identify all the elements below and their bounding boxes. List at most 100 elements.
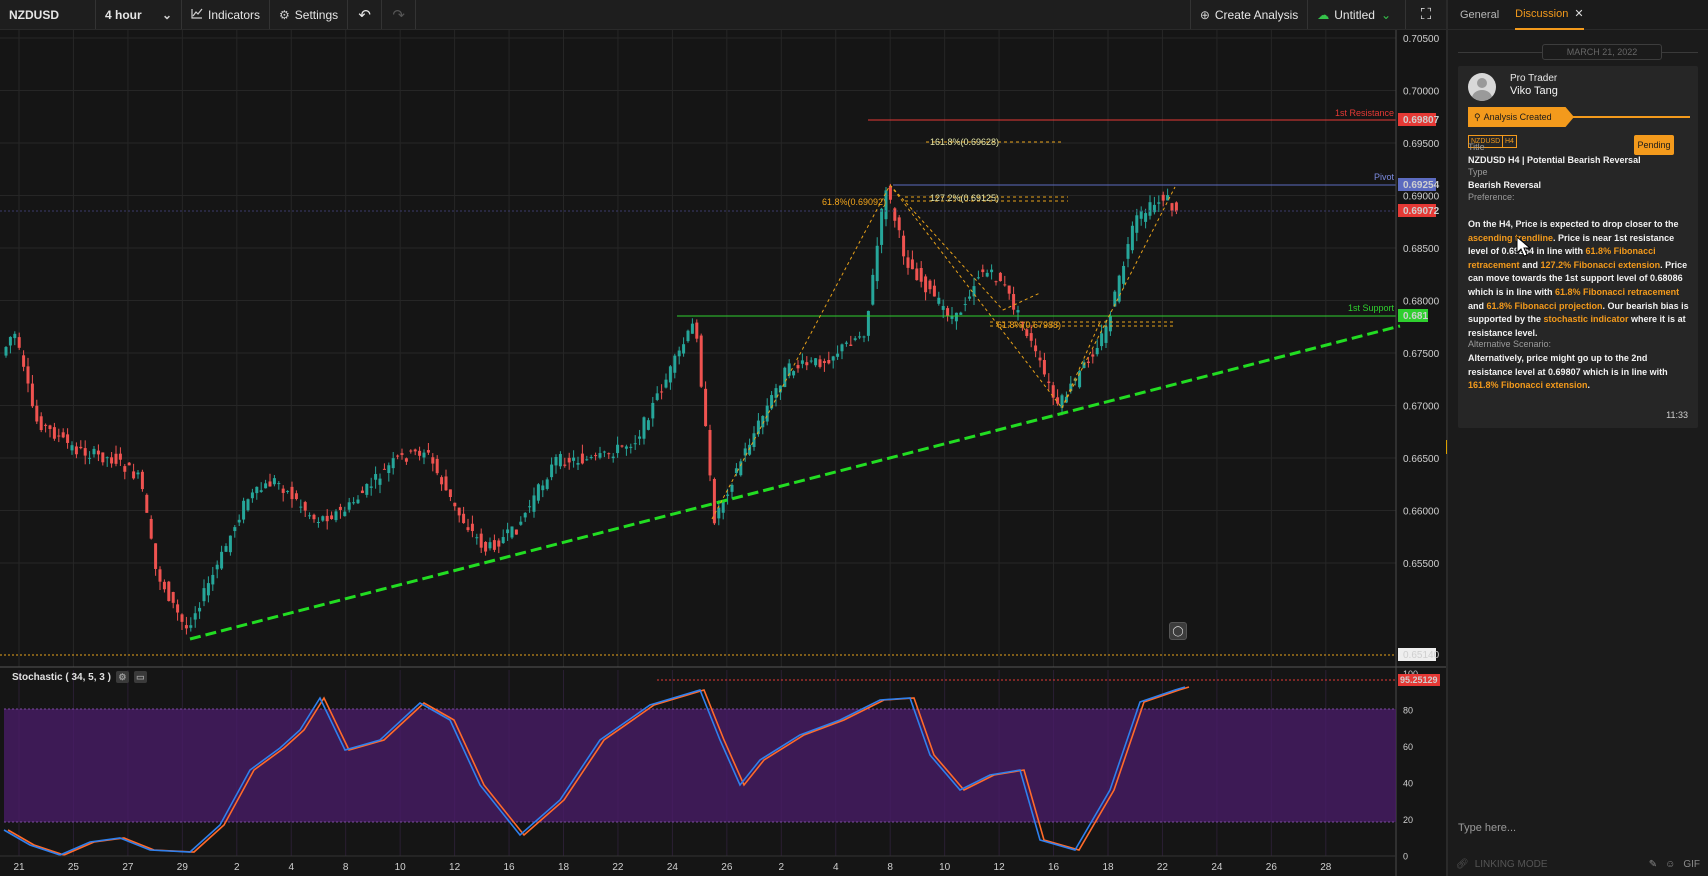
message-composer[interactable]: Type here... [1448, 812, 1708, 852]
time-tick-label: 10 [939, 862, 951, 873]
symbol-selector[interactable]: NZDUSD [0, 0, 96, 29]
stochastic-tick-label: 60 [1403, 742, 1413, 752]
author-role: Pro Trader [1510, 73, 1558, 84]
time-tick-label: 16 [1048, 862, 1060, 873]
composer-toolbar: 🔗︎ LINKING MODE ✎ ☺ GIF [1448, 852, 1708, 876]
redo-icon: ↷ [392, 6, 405, 24]
time-tick-label: 12 [449, 862, 461, 873]
analysis-title: NZDUSD H4 | Potential Bearish Reversal [1468, 155, 1641, 165]
side-panel: General Discussion ✕ MARCH 21, 2022 Pro T… [1448, 0, 1708, 876]
time-tick-label: 28 [1320, 862, 1332, 873]
preference-label: Preference: [1468, 192, 1515, 202]
stochastic-title: Stochastic ( 34, 5, 3 ) [12, 671, 111, 683]
price-chart[interactable]: 161.8%(0.69628) 127.2%(0.69125) 61.8%(0.… [0, 30, 1446, 876]
plus-circle-icon: ⊕ [1199, 7, 1210, 22]
redo-button[interactable]: ↷ [382, 0, 417, 29]
create-analysis-label: Create Analysis [1214, 7, 1299, 22]
composer-placeholder: Type here... [1458, 822, 1517, 834]
analysis-created-banner: ⚲ Analysis Created [1468, 107, 1574, 127]
time-tick-label: 24 [1211, 862, 1223, 873]
post-timestamp: 11:33 [1666, 410, 1688, 420]
settings-label: Settings [294, 7, 339, 22]
toolbar-spacer [416, 0, 1191, 29]
price-tick-label: 0.68500 [1403, 244, 1440, 255]
time-tick-label: 18 [1102, 862, 1114, 873]
analysis-post-card: Pro Trader Viko Tang ⚲ Analysis Created N… [1458, 66, 1698, 428]
gear-icon: ⚙ [279, 7, 290, 22]
linking-mode-label[interactable]: LINKING MODE [1475, 859, 1548, 870]
gear-icon[interactable]: ⚙ [115, 671, 129, 683]
indicators-label: Indicators [208, 7, 261, 22]
timeframe-tag[interactable]: H4 [1502, 135, 1517, 148]
time-tick-label: 4 [833, 862, 839, 873]
undo-icon: ↶ [358, 6, 371, 24]
stochastic-tick-label: 0 [1403, 852, 1408, 862]
layout-dropdown[interactable]: ☁ Untitled ⌄ [1308, 0, 1406, 29]
price-tick-label: 0.66000 [1403, 507, 1440, 518]
time-tick-label: 12 [994, 862, 1006, 873]
type-label: Type [1468, 167, 1488, 177]
stochastic-tick-label: 20 [1403, 815, 1413, 825]
tab-general[interactable]: General [1460, 9, 1499, 21]
symbol-label: NZDUSD [9, 7, 59, 22]
attachment-icon[interactable]: ✎ [1649, 859, 1657, 870]
undo-button[interactable]: ↶ [348, 0, 383, 29]
link-icon[interactable]: 🔗︎ [1456, 859, 1469, 870]
author-name: Viko Tang [1510, 85, 1558, 97]
gif-button[interactable]: GIF [1683, 859, 1700, 870]
alt-scenario-label: Alternative Scenario: [1468, 339, 1552, 349]
time-tick-label: 21 [13, 862, 25, 873]
settings-button[interactable]: ⚙ Settings [270, 0, 349, 29]
cloud-check-icon: ☁ [1317, 7, 1330, 22]
time-tick-label: 24 [667, 862, 679, 873]
tab-discussion-label: Discussion [1515, 7, 1569, 20]
analysis-type: Bearish Reversal [1468, 180, 1542, 190]
date-divider: MARCH 21, 2022 [1458, 44, 1698, 60]
price-tick-label: 0.70500 [1403, 34, 1440, 45]
price-tick-label: 0.65500 [1403, 559, 1440, 570]
time-tick-label: 27 [122, 862, 134, 873]
title-label: Title [1468, 142, 1485, 152]
stochastic-band [4, 709, 1396, 822]
lightbulb-icon[interactable]: ◯ [1169, 622, 1187, 640]
time-tick-label: 29 [177, 862, 189, 873]
stochastic-legend: Stochastic ( 34, 5, 3 ) ⚙ ▭ [12, 671, 147, 683]
time-tick-label: 16 [503, 862, 515, 873]
fib-ext-1272-label: 127.2%(0.69125) [930, 193, 999, 203]
trash-icon[interactable]: ▭ [133, 671, 147, 683]
time-tick-label: 26 [1266, 862, 1278, 873]
tab-discussion[interactable]: Discussion ✕ [1515, 0, 1584, 30]
mouse-cursor-icon [1516, 236, 1532, 257]
svg-text:95.25129: 95.25129 [1400, 675, 1438, 685]
close-icon[interactable]: ✕ [1574, 7, 1583, 20]
price-badge-support: 0.681 [1398, 309, 1428, 322]
price-tick-label: 0.69000 [1403, 192, 1440, 203]
svg-text:0.681: 0.681 [1403, 311, 1428, 322]
create-analysis-button[interactable]: ⊕ Create Analysis [1191, 0, 1309, 29]
fib-ret-618-top-label: 61.8%(0.69092) [822, 197, 886, 207]
fib-ret-618-mid-label: 61.8%(0.67988) [997, 320, 1061, 330]
interval-label: 4 hour [105, 7, 142, 22]
avatar[interactable] [1468, 73, 1496, 101]
chevron-down-icon: ⌄ [1380, 7, 1391, 22]
indicators-button[interactable]: Indicators [182, 0, 271, 29]
time-tick-label: 8 [343, 862, 349, 873]
fullscreen-button[interactable]: ⛶ [1406, 0, 1446, 29]
price-tick-label: 0.67500 [1403, 349, 1440, 360]
price-badge-resistance: 0.69807 [1398, 113, 1440, 126]
chart-line-icon [191, 8, 203, 22]
time-tick-label: 2 [779, 862, 785, 873]
interval-dropdown[interactable]: 4 hour ⌄ [96, 0, 182, 29]
svg-text:0.69807: 0.69807 [1403, 115, 1440, 126]
preference-text: On the H4, Price is expected to drop clo… [1468, 219, 1689, 338]
app-window: NZDUSD 4 hour ⌄ Indicators ⚙ Settings ↶ ↷ … [0, 0, 1708, 876]
time-tick-label: 10 [395, 862, 407, 873]
time-tick-label: 8 [887, 862, 893, 873]
svg-text:0.69072: 0.69072 [1403, 206, 1440, 217]
emoji-icon[interactable]: ☺ [1665, 859, 1675, 870]
layout-label: Untitled [1334, 7, 1375, 22]
lightbulb-icon: ⚲ [1474, 111, 1481, 122]
status-badge[interactable]: Pending [1634, 135, 1674, 155]
time-tick-label: 18 [558, 862, 570, 873]
stochastic-tick-label: 80 [1403, 706, 1413, 716]
